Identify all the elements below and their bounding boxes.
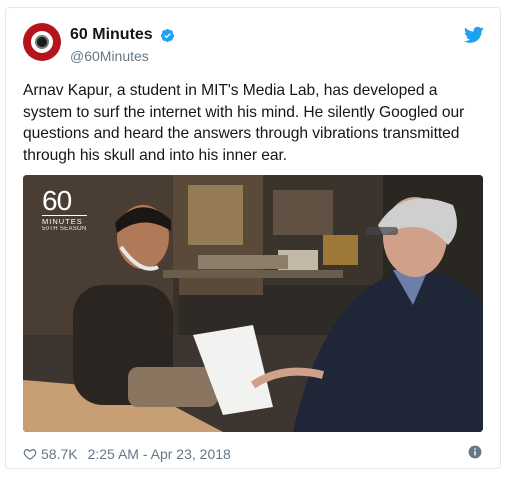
- video-frame-image: [23, 175, 483, 432]
- like-count[interactable]: 58.7K: [41, 446, 78, 462]
- timestamp-link[interactable]: 2:25 AM - Apr 23, 2018: [88, 446, 231, 462]
- avatar[interactable]: [23, 23, 61, 61]
- 60-minutes-logo: 60 MINUTES 50TH SEASON: [42, 185, 87, 232]
- stopwatch-icon: [31, 31, 53, 53]
- logo-word: MINUTES: [42, 215, 87, 226]
- verified-badge-icon: [160, 28, 175, 43]
- tweet-footer: 58.7K 2:25 AM - Apr 23, 2018: [23, 445, 231, 463]
- heart-icon[interactable]: [23, 447, 37, 461]
- tweet-card: 60 Minutes @60Minutes Arnav Kapur, a stu…: [5, 7, 501, 469]
- info-icon[interactable]: [468, 445, 482, 459]
- account-handle[interactable]: @60Minutes: [70, 48, 149, 64]
- account-name[interactable]: 60 Minutes: [70, 26, 153, 44]
- tweet-video[interactable]: 60 MINUTES 50TH SEASON: [23, 175, 483, 432]
- logo-number: 60: [42, 185, 72, 216]
- tweet-text: Arnav Kapur, a student in MIT's Media La…: [23, 82, 465, 164]
- logo-season: 50TH SEASON: [42, 226, 87, 232]
- twitter-bird-icon[interactable]: [464, 26, 484, 44]
